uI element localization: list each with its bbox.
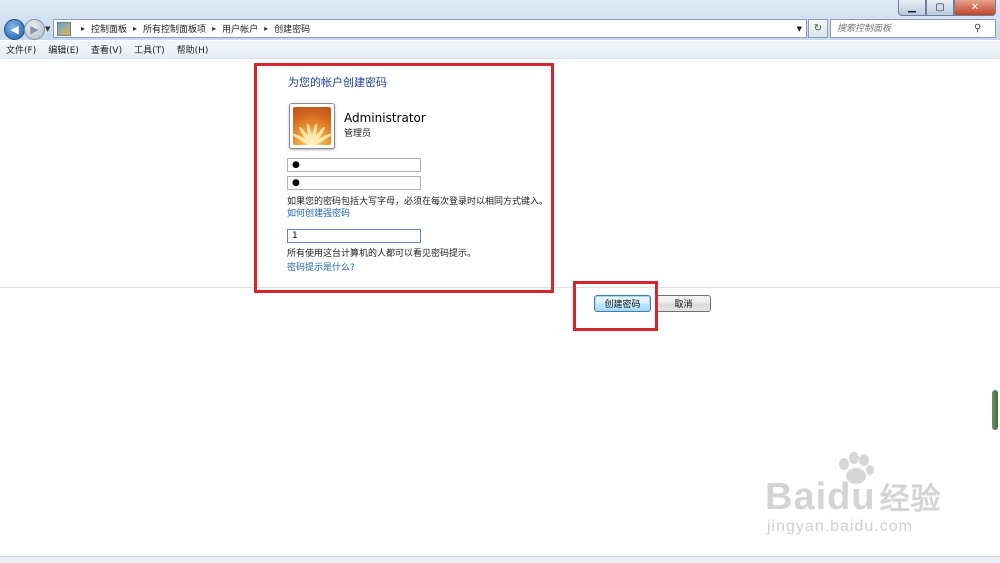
- chevron-down-icon[interactable]: ▼: [797, 25, 802, 33]
- annotation-box-form: [254, 63, 554, 293]
- menu-view[interactable]: 查看(V): [85, 43, 128, 56]
- recent-pages-dropdown-icon[interactable]: ▼: [45, 25, 50, 33]
- menu-edit[interactable]: 编辑(E): [42, 43, 85, 56]
- minimize-button[interactable]: ▁: [898, 0, 926, 16]
- breadcrumb-separator-icon: ▸: [212, 24, 217, 33]
- close-button[interactable]: ✕: [954, 0, 996, 16]
- menu-bar: 文件(F) 编辑(E) 查看(V) 工具(T) 帮助(H): [0, 41, 1000, 59]
- watermark-brand: Baidu: [765, 476, 876, 518]
- breadcrumb-control-panel[interactable]: 控制面板: [91, 22, 127, 35]
- menu-help[interactable]: 帮助(H): [171, 43, 215, 56]
- forward-arrow-icon[interactable]: ▶: [24, 19, 45, 40]
- back-arrow-icon[interactable]: ◀: [4, 19, 25, 40]
- breadcrumb-separator-icon: ▸: [81, 24, 86, 33]
- menu-tools[interactable]: 工具(T): [128, 43, 171, 56]
- watermark-brand-cn: 经验: [879, 483, 942, 516]
- address-bar[interactable]: ▸ 控制面板 ▸ 所有控制面板项 ▸ 用户帐户 ▸ 创建密码 ▼: [53, 19, 807, 38]
- search-icon[interactable]: ⚲: [974, 23, 981, 34]
- control-panel-icon: [57, 21, 71, 36]
- search-box[interactable]: ⚲: [830, 19, 996, 38]
- annotation-box-button: [573, 281, 658, 331]
- maximize-button[interactable]: ▢: [926, 0, 954, 16]
- watermark-logo: Baidu 经验: [765, 474, 942, 519]
- breadcrumb-separator-icon: ▸: [133, 24, 138, 33]
- breadcrumb-separator-icon: ▸: [264, 24, 269, 33]
- menu-file[interactable]: 文件(F): [0, 43, 42, 56]
- window-controls: ▁ ▢ ✕: [898, 0, 996, 16]
- cancel-button[interactable]: 取消: [656, 295, 711, 312]
- search-input[interactable]: [831, 22, 974, 35]
- breadcrumb-create-password[interactable]: 创建密码: [274, 22, 310, 35]
- window-title-bar: ▁ ▢ ✕ ◀ ▶ ▼ ▸ 控制面板 ▸ 所有控制面板项 ▸ 用户帐户 ▸ 创建…: [0, 0, 1000, 40]
- refresh-icon[interactable]: ↻: [808, 19, 828, 38]
- scrollbar-thumb[interactable]: [992, 390, 998, 430]
- breadcrumb-user-accounts[interactable]: 用户帐户: [222, 22, 258, 35]
- breadcrumb-all-items[interactable]: 所有控制面板项: [143, 22, 206, 35]
- watermark-url: jingyan.baidu.com: [767, 518, 913, 535]
